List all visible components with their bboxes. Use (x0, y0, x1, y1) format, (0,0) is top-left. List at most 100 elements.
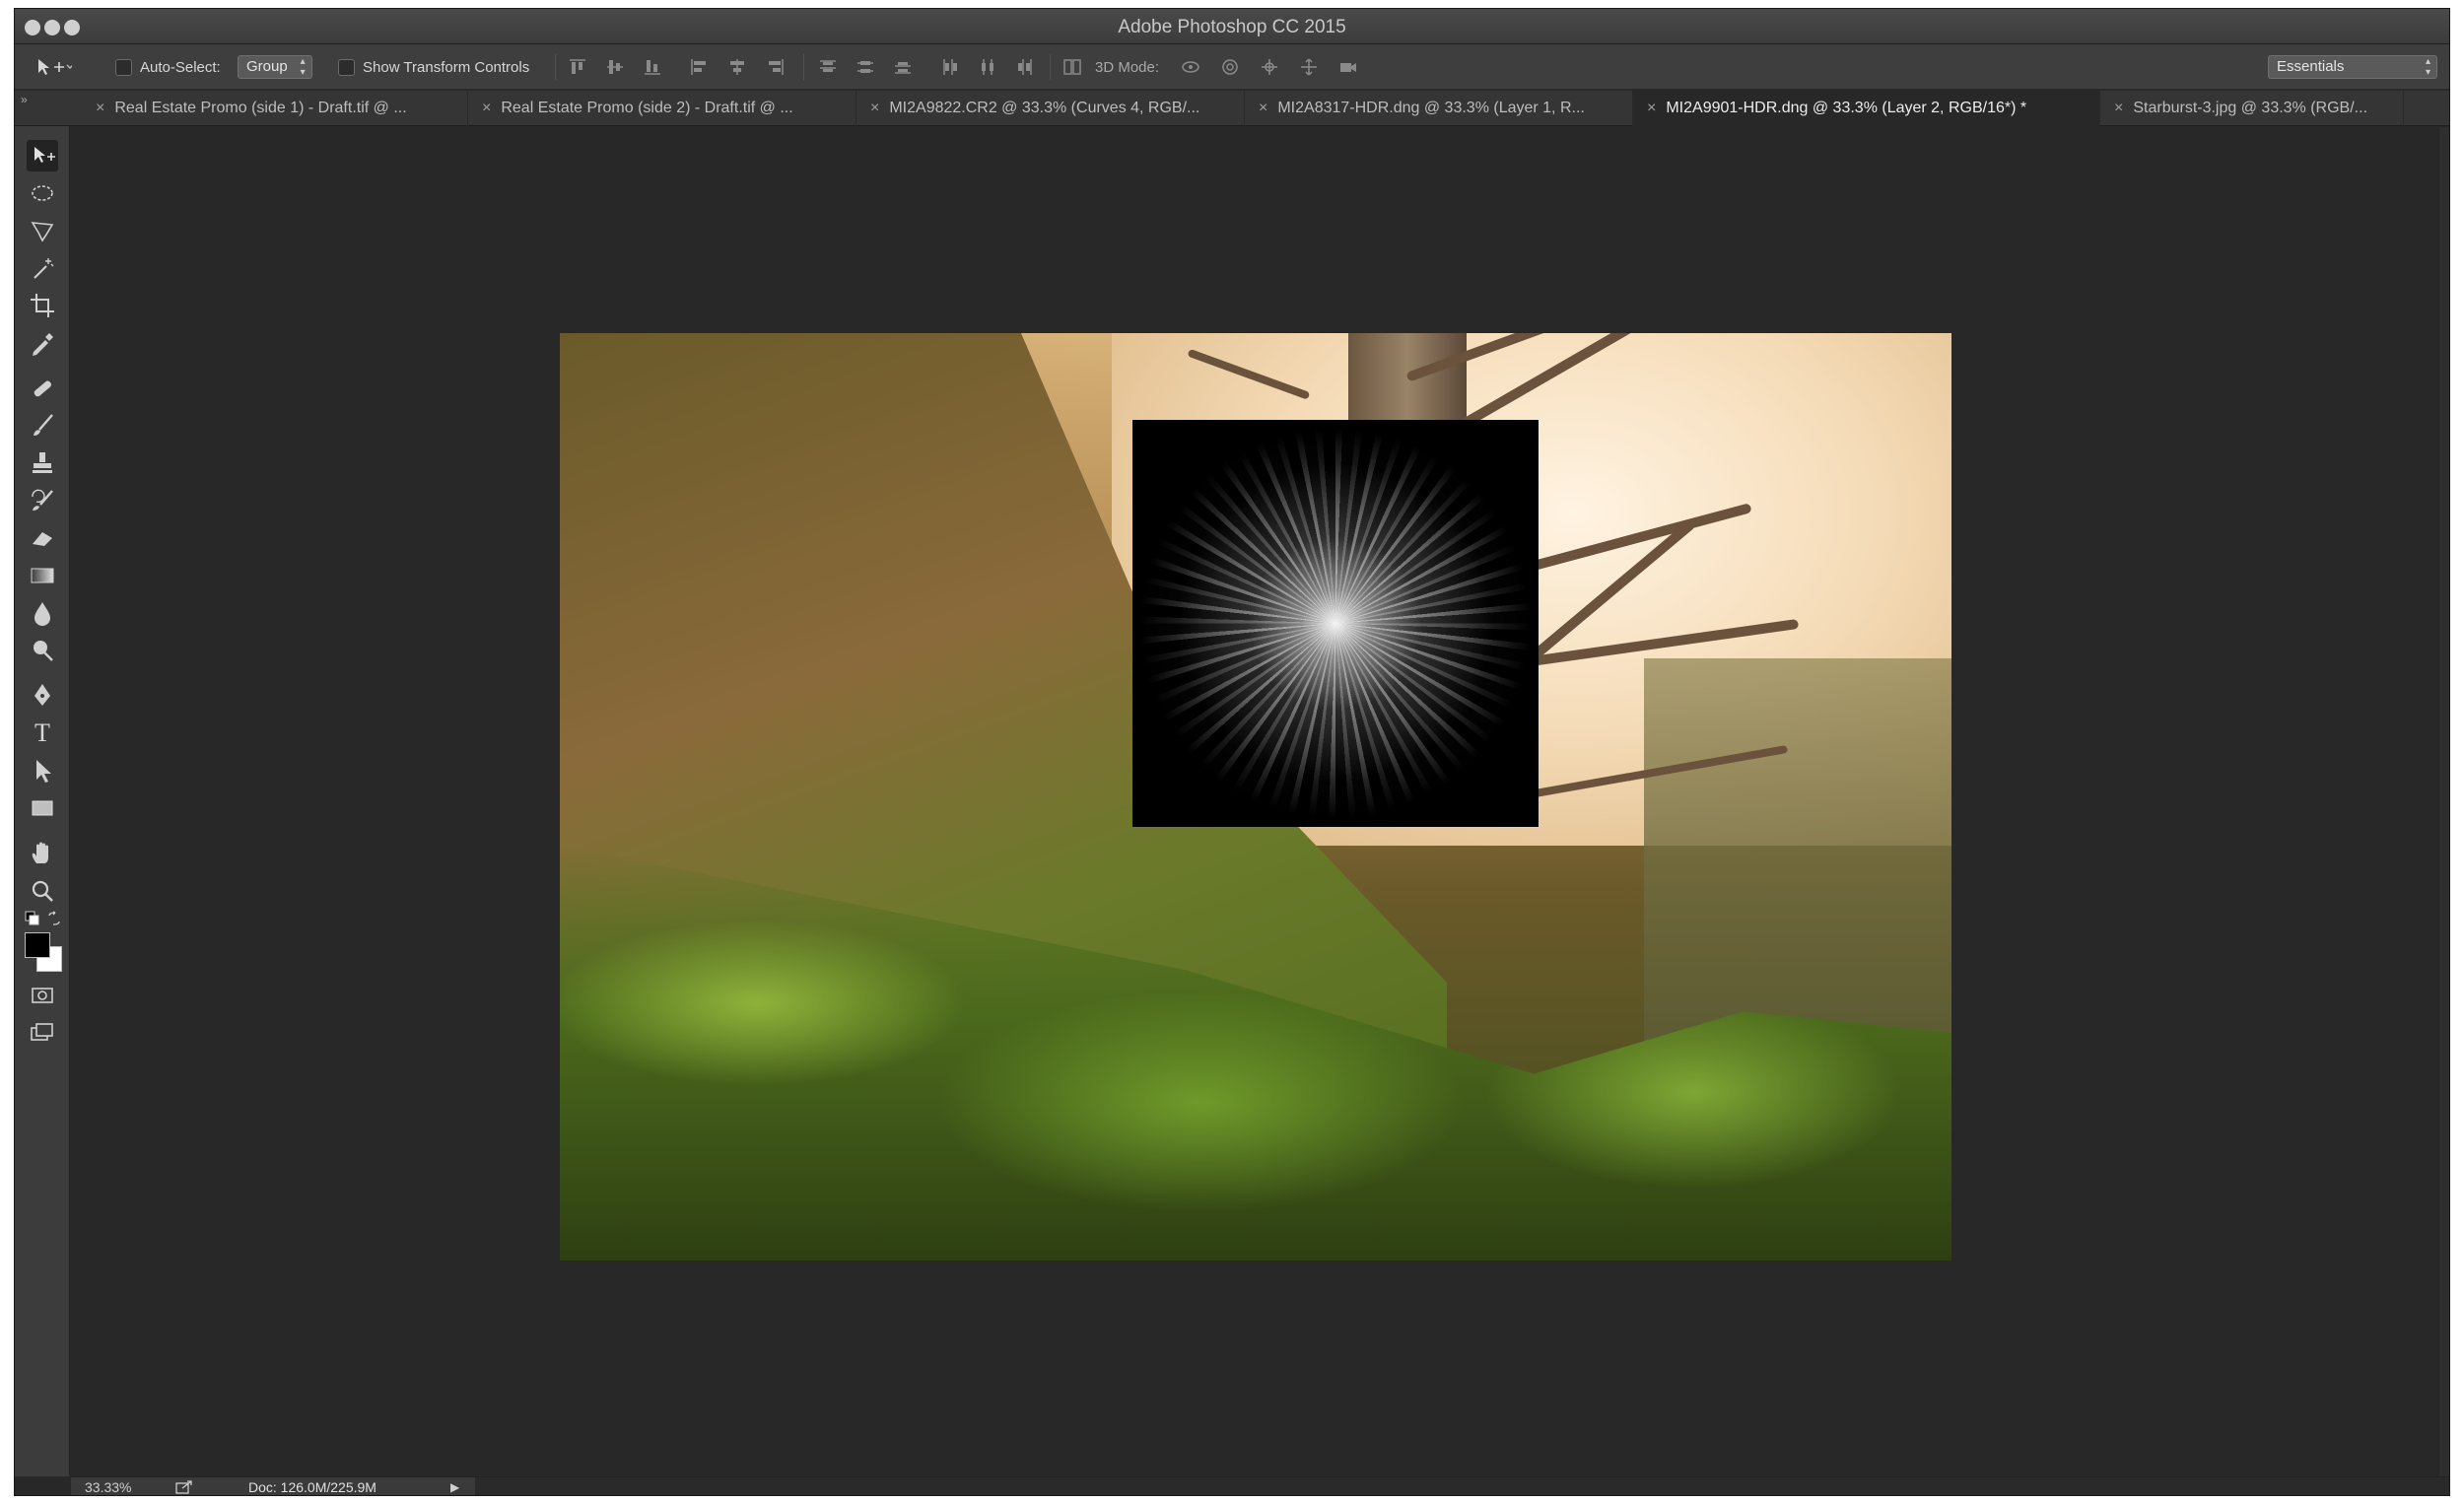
history-brush-tool[interactable] (27, 485, 58, 516)
blur-tool[interactable] (27, 597, 58, 629)
align-top-edges-icon[interactable] (567, 57, 588, 77)
document-size-info: Doc: 126.0M/225.9M (248, 1479, 376, 1495)
eyedropper-tool-icon (33, 333, 53, 356)
dodge-tool[interactable] (27, 635, 58, 666)
distribute-right-edges-icon[interactable] (1014, 57, 1036, 77)
brush-tool[interactable] (27, 410, 58, 442)
default-colors-icon[interactable] (25, 911, 40, 926)
align-vertical-centers-icon[interactable] (604, 57, 626, 77)
foreground-color-swatch[interactable] (25, 932, 50, 958)
align-bottom-edges-icon[interactable] (642, 57, 663, 77)
horizontal-scrollbar[interactable] (475, 1477, 2449, 1495)
move-tool[interactable] (27, 140, 58, 171)
close-tab-icon[interactable]: × (1647, 100, 1656, 117)
auto-select-label: Auto-Select: (140, 58, 221, 76)
screen-mode[interactable] (27, 1017, 58, 1049)
document-tab-5-active[interactable]: × MI2A9901-HDR.dng @ 33.3% (Layer 2, RGB… (1633, 91, 2100, 126)
options-bar: Auto-Select: Group ▴ ▾ Show Transform Cont… (15, 44, 2449, 90)
divider (555, 54, 556, 80)
quick-mask-icon (32, 988, 53, 1003)
auto-select-checkbox[interactable] (115, 58, 132, 76)
rectangle-tool[interactable] (27, 792, 58, 824)
pen-tool-icon (34, 684, 50, 706)
healing-brush-tool[interactable] (27, 373, 58, 404)
close-tab-icon[interactable]: × (870, 100, 879, 117)
pen-tool[interactable] (27, 680, 58, 712)
document-tab-4[interactable]: × MI2A8317-HDR.dng @ 33.3% (Layer 1, R..… (1245, 91, 1633, 126)
document-tab-3[interactable]: × MI2A9822.CR2 @ 33.3% (Curves 4, RGB/..… (856, 91, 1245, 126)
document-tab-6[interactable]: × Starburst-3.jpg @ 33.3% (RGB/... (2100, 91, 2404, 126)
polygonal-lasso-tool-icon (31, 222, 54, 242)
3d-roll-icon[interactable] (1219, 57, 1241, 77)
clone-stamp-tool[interactable] (27, 447, 58, 479)
eyedropper-tool[interactable] (27, 327, 58, 359)
zoom-level[interactable]: 33.33% (85, 1479, 131, 1495)
document-tab-2[interactable]: × Real Estate Promo (side 2) - Draft.tif… (468, 91, 856, 126)
workspace-switcher[interactable]: Essentials ▴ ▾ (2268, 44, 2437, 90)
show-transform-checkbox[interactable] (338, 58, 355, 76)
clone-stamp-tool-icon (33, 452, 52, 473)
history-brush-tool-icon (32, 489, 53, 511)
zoom-tool-icon (32, 880, 53, 902)
close-tab-icon[interactable]: × (96, 100, 104, 117)
distribute-left-edges-icon[interactable] (939, 57, 961, 77)
divider (1050, 54, 1051, 80)
quick-mask-mode[interactable] (27, 980, 58, 1011)
auto-select-mode-select[interactable]: Group ▴ ▾ (238, 44, 312, 90)
distribute-bottom-edges-icon[interactable] (892, 57, 914, 77)
tab-label: MI2A9901-HDR.dng @ 33.3% (Layer 2, RGB/1… (1666, 100, 2027, 116)
close-tab-icon[interactable]: × (2114, 100, 2123, 117)
dodge-tool-icon (34, 641, 53, 661)
gradient-tool-icon (31, 568, 54, 583)
crop-tool[interactable] (27, 290, 58, 321)
move-tool-preset-picker[interactable] (33, 44, 72, 90)
polygonal-lasso-tool[interactable] (27, 215, 58, 246)
eraser-tool[interactable] (27, 522, 58, 554)
distribute-vertical-centers-icon[interactable] (855, 57, 876, 77)
magic-wand-tool[interactable] (27, 252, 58, 284)
status-menu-arrow-icon[interactable]: ▶ (450, 1480, 459, 1494)
align-right-edges-icon[interactable] (764, 57, 786, 77)
elliptical-marquee-tool[interactable] (27, 177, 58, 209)
3d-orbit-icon[interactable] (1180, 57, 1201, 77)
distribute-top-edges-icon[interactable] (817, 57, 839, 77)
close-tab-icon[interactable]: × (1259, 100, 1267, 117)
type-tool-icon: T (34, 718, 50, 747)
type-tool[interactable]: T (27, 718, 58, 749)
3d-scale-camera-icon[interactable] (1337, 57, 1359, 77)
zoom-tool[interactable] (27, 875, 58, 907)
elliptical-marquee-tool-icon (32, 185, 53, 201)
crop-tool-icon (31, 294, 54, 317)
path-selection-tool-icon (36, 760, 51, 783)
screen-mode-icon (31, 1023, 53, 1041)
document-canvas[interactable] (71, 127, 2439, 1475)
vertical-scrollbar[interactable] (2439, 127, 2449, 1476)
tab-label: MI2A8317-HDR.dng @ 33.3% (Layer 1, R... (1277, 100, 1585, 116)
tab-label: Starburst-3.jpg @ 33.3% (RGB/... (2133, 100, 2368, 116)
document-tab-1[interactable]: × Real Estate Promo (side 1) - Draft.tif… (82, 91, 468, 126)
3d-pan-icon[interactable] (1259, 57, 1280, 77)
close-tab-icon[interactable]: × (482, 100, 491, 117)
rectangle-tool-icon (32, 800, 53, 816)
hand-tool[interactable] (27, 838, 58, 869)
tools-panel: T (15, 126, 70, 1476)
share-icon[interactable] (175, 1480, 193, 1494)
auto-align-layers-icon[interactable] (1061, 57, 1083, 77)
hand-tool-icon (32, 842, 48, 863)
distribute-horizontal-centers-icon[interactable] (977, 57, 998, 77)
status-bar: 33.33% Doc: 126.0M/225.9M ▶ (71, 1476, 2449, 1495)
collapse-panels-icon[interactable]: » (21, 93, 28, 106)
starburst-layer[interactable] (1132, 420, 1539, 827)
gradient-tool[interactable] (27, 560, 58, 591)
healing-brush-tool-icon (34, 380, 52, 397)
title-bar: Adobe Photoshop CC 2015 (15, 9, 2449, 44)
align-horizontal-centers-icon[interactable] (726, 57, 748, 77)
align-left-edges-icon[interactable] (689, 57, 711, 77)
path-selection-tool[interactable] (27, 755, 58, 786)
auto-select-mode-value: Group (246, 58, 288, 75)
show-transform-controls-toggle[interactable]: Show Transform Controls (338, 44, 529, 90)
auto-select-toggle[interactable]: Auto-Select: (115, 44, 221, 90)
swap-colors-icon[interactable] (46, 911, 62, 926)
3d-slide-icon[interactable] (1298, 57, 1320, 77)
photoshop-window: Adobe Photoshop CC 2015 Auto-Select: Gro… (14, 8, 2450, 1496)
